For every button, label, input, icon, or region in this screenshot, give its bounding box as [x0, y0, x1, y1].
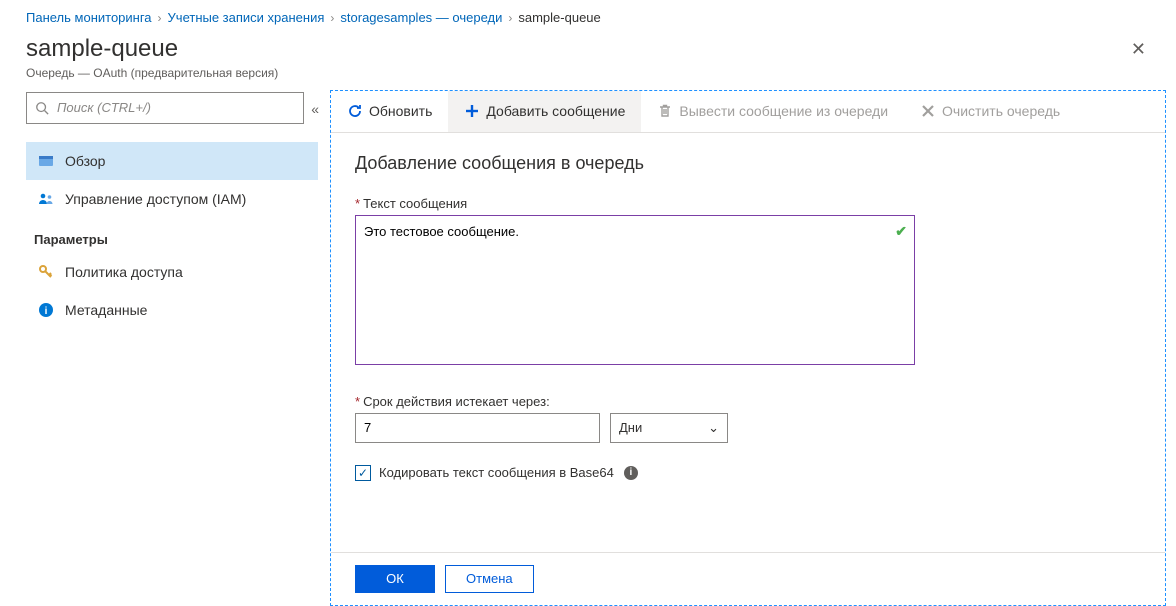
sidebar: « Обзор Управление доступом (IAM) Параме…	[0, 90, 330, 606]
svg-text:i: i	[45, 306, 48, 317]
sidebar-item-label: Политика доступа	[65, 264, 183, 280]
valid-check-icon: ✔	[895, 223, 907, 240]
breadcrumb-queues[interactable]: storagesamples — очереди	[340, 10, 502, 25]
sidebar-item-metadata[interactable]: i Метаданные	[26, 291, 318, 329]
close-icon	[920, 103, 936, 119]
overview-icon	[37, 152, 55, 170]
collapse-sidebar-icon[interactable]: «	[308, 98, 322, 120]
toolbar-label: Очистить очередь	[942, 103, 1060, 119]
cancel-button[interactable]: Отмена	[445, 565, 534, 593]
main-pane: Обновить Добавить сообщение Вывести сооб…	[330, 90, 1166, 606]
required-marker: *	[355, 394, 360, 409]
trash-icon	[657, 103, 673, 119]
sidebar-item-access-policy[interactable]: Политика доступа	[26, 253, 318, 291]
toolbar-label: Вывести сообщение из очереди	[679, 103, 888, 119]
search-input-wrap[interactable]	[26, 92, 304, 124]
dequeue-button: Вывести сообщение из очереди	[641, 91, 904, 132]
chevron-right-icon: ›	[508, 11, 512, 25]
breadcrumb-current: sample-queue	[518, 10, 600, 25]
search-icon	[35, 101, 49, 115]
sidebar-item-iam[interactable]: Управление доступом (IAM)	[26, 180, 318, 218]
refresh-button[interactable]: Обновить	[331, 91, 448, 132]
msg-label: *Текст сообщения	[355, 196, 1141, 211]
clear-queue-button: Очистить очередь	[904, 91, 1076, 132]
sidebar-section-title: Параметры	[26, 218, 318, 253]
key-icon	[37, 263, 55, 281]
page-subtitle: Очередь — OAuth (предварительная версия)	[26, 66, 278, 80]
message-text-input[interactable]	[355, 215, 915, 365]
ok-button[interactable]: ОК	[355, 565, 435, 593]
sidebar-item-label: Метаданные	[65, 302, 147, 318]
chevron-down-icon: ⌄	[708, 420, 719, 436]
breadcrumb-dashboard[interactable]: Панель мониторинга	[26, 10, 152, 25]
dialog-footer: ОК Отмена	[331, 552, 1165, 605]
required-marker: *	[355, 196, 360, 211]
chevron-right-icon: ›	[158, 11, 162, 25]
breadcrumb: Панель мониторинга › Учетные записи хран…	[0, 0, 1176, 29]
close-icon[interactable]: ✕	[1127, 35, 1150, 64]
select-value: Дни	[619, 420, 642, 435]
iam-icon	[37, 190, 55, 208]
encode-label: Кодировать текст сообщения в Base64	[379, 465, 614, 480]
expires-unit-select[interactable]: Дни ⌄	[610, 413, 728, 443]
expires-value-input[interactable]	[355, 413, 600, 443]
sidebar-item-overview[interactable]: Обзор	[26, 142, 318, 180]
sidebar-item-label: Управление доступом (IAM)	[65, 191, 246, 207]
form-content: Добавление сообщения в очередь *Текст со…	[331, 133, 1165, 552]
info-icon: i	[37, 301, 55, 319]
search-input[interactable]	[57, 100, 295, 115]
toolbar-label: Обновить	[369, 103, 432, 119]
expires-label: *Срок действия истекает через:	[355, 394, 1141, 409]
page-header: sample-queue Очередь — OAuth (предварите…	[0, 29, 1176, 90]
info-tooltip-icon[interactable]: i	[624, 466, 638, 480]
plus-icon	[464, 103, 480, 119]
encode-base64-checkbox[interactable]: ✓	[355, 465, 371, 481]
page-title: sample-queue	[26, 35, 278, 64]
refresh-icon	[347, 103, 363, 119]
sidebar-item-label: Обзор	[65, 153, 105, 169]
toolbar-label: Добавить сообщение	[486, 103, 625, 119]
add-message-button[interactable]: Добавить сообщение	[448, 91, 641, 132]
toolbar: Обновить Добавить сообщение Вывести сооб…	[331, 91, 1165, 133]
form-heading: Добавление сообщения в очередь	[355, 153, 1141, 174]
chevron-right-icon: ›	[330, 11, 334, 25]
breadcrumb-storage-accounts[interactable]: Учетные записи хранения	[168, 10, 325, 25]
